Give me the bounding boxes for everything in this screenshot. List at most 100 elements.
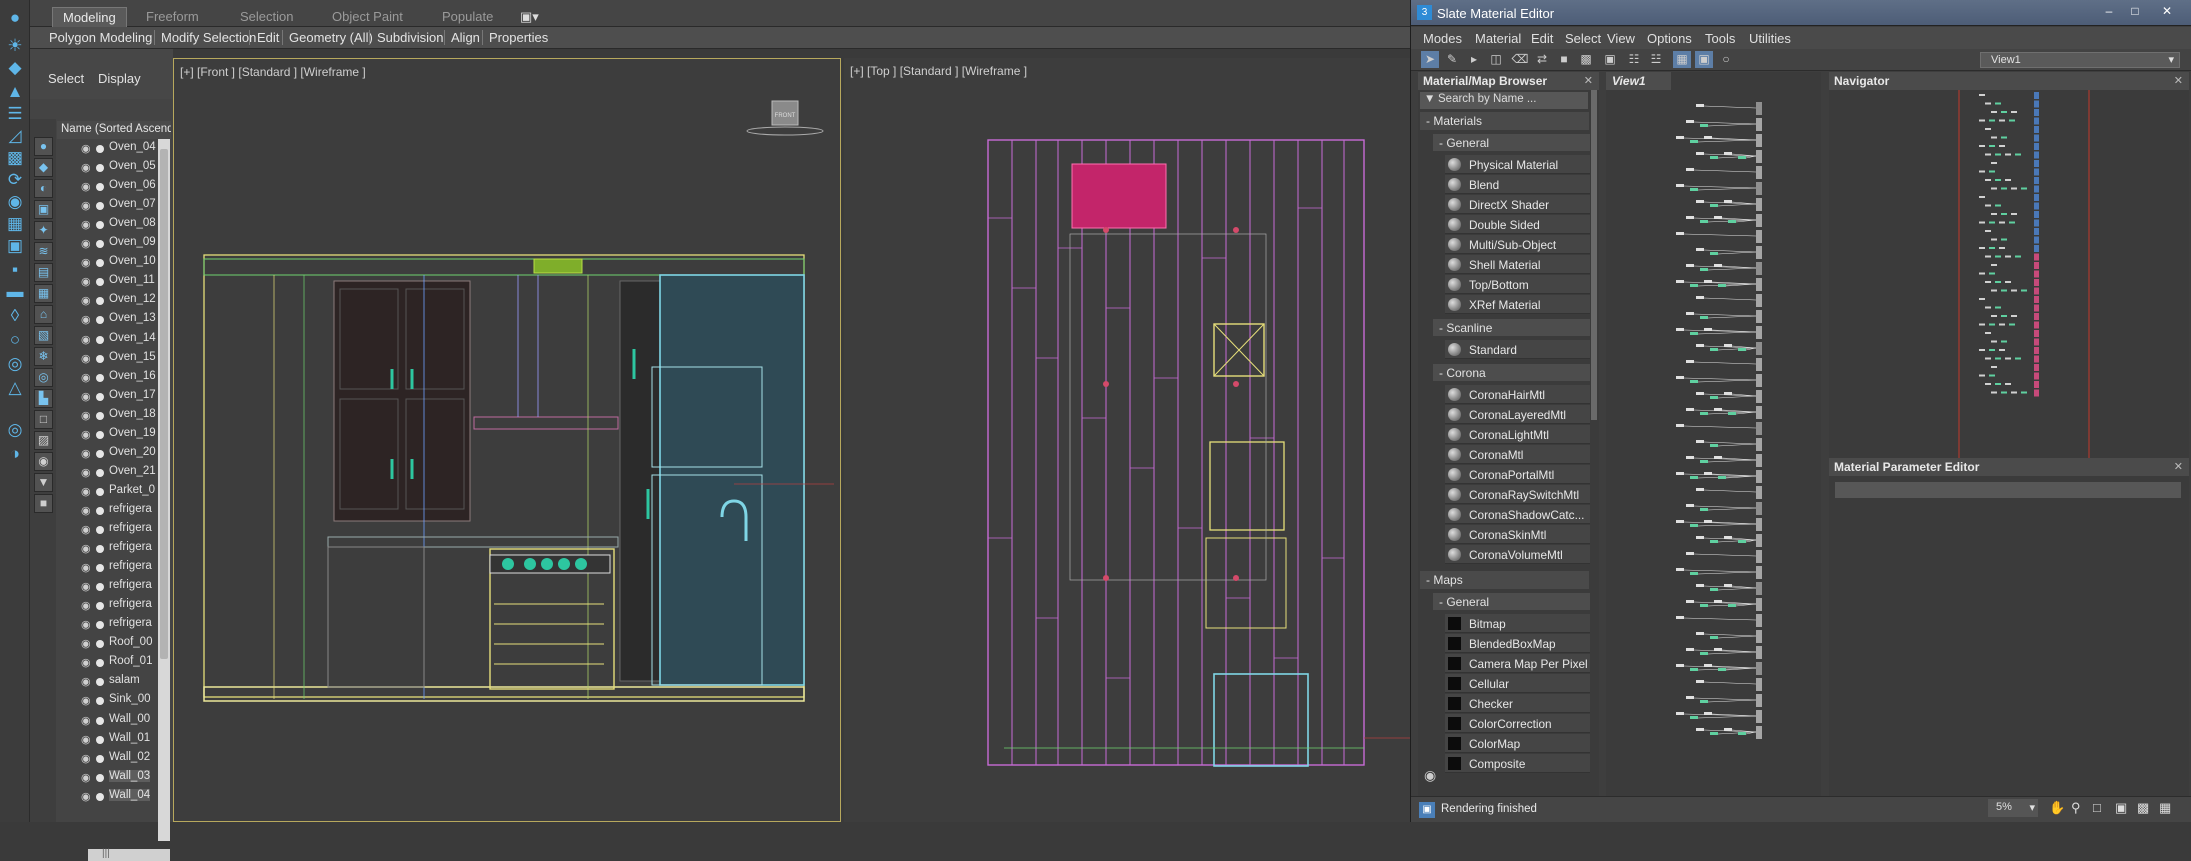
helper-icon[interactable]: ○ xyxy=(5,330,25,350)
explorer-row[interactable]: ◉ Oven_09 xyxy=(57,235,171,253)
space-warp-icon[interactable]: ◎ xyxy=(5,354,25,374)
menu-select[interactable]: Select xyxy=(48,71,84,86)
tab-modeling[interactable]: Modeling xyxy=(52,7,127,27)
visibility-icon[interactable]: ◉ xyxy=(81,733,91,746)
grid-icon[interactable]: ▦ xyxy=(5,214,25,234)
explorer-row[interactable]: ◉ Wall_01 xyxy=(57,731,171,749)
menu-display[interactable]: Display xyxy=(98,71,141,86)
freeze-icon[interactable] xyxy=(96,773,104,782)
visibility-icon[interactable]: ◉ xyxy=(81,771,91,784)
visibility-icon[interactable]: ◉ xyxy=(81,390,91,403)
freeze-icon[interactable] xyxy=(96,278,104,287)
map-item[interactable]: ColorMap xyxy=(1445,734,1590,753)
filter-filter-icon[interactable]: ▼ xyxy=(34,473,53,492)
tab-object-paint[interactable]: Object Paint xyxy=(322,7,413,27)
freeze-icon[interactable] xyxy=(96,240,104,249)
explorer-row[interactable]: ◉ Oven_08 xyxy=(57,216,171,234)
material-item[interactable]: CoronaHairMtl xyxy=(1445,385,1590,404)
edit-button[interactable]: Edit xyxy=(254,30,282,45)
browser-toggle-icon[interactable]: ▦ xyxy=(1673,51,1691,68)
explorer-row[interactable]: ◉ Wall_04 xyxy=(57,788,171,806)
visibility-icon[interactable]: ◉ xyxy=(81,637,91,650)
subgroup-maps-general[interactable]: - General xyxy=(1433,593,1590,610)
freeze-icon[interactable] xyxy=(96,621,104,630)
close-icon[interactable]: ✕ xyxy=(2174,74,2183,87)
map-item[interactable]: Camera Map Per Pixel xyxy=(1445,654,1590,673)
visibility-icon[interactable]: ◉ xyxy=(81,466,91,479)
explorer-row[interactable]: ◉ Wall_02 xyxy=(57,750,171,768)
map-item[interactable]: Bitmap xyxy=(1445,614,1590,633)
group-maps[interactable]: - Maps xyxy=(1420,571,1589,589)
menu-edit[interactable]: Edit xyxy=(1531,31,1553,46)
pan-icon[interactable]: ✋ xyxy=(2049,800,2065,816)
freeze-icon[interactable] xyxy=(96,468,104,477)
move-children-icon[interactable]: ⇄ xyxy=(1533,51,1551,68)
map-item[interactable]: ColorCorrection xyxy=(1445,714,1590,733)
snap-icon[interactable]: ◊ xyxy=(5,306,25,326)
explorer-row[interactable]: ◉ Oven_04 xyxy=(57,140,171,158)
explorer-row[interactable]: ◉ Oven_13 xyxy=(57,311,171,329)
geometry-all-button[interactable]: Geometry (All) xyxy=(286,30,376,45)
freeze-icon[interactable] xyxy=(96,145,104,153)
align-button[interactable]: Align xyxy=(448,30,483,45)
browser-scrollbar[interactable] xyxy=(1591,90,1597,420)
visibility-icon[interactable]: ◉ xyxy=(81,447,91,460)
explorer-scroll-thumb[interactable] xyxy=(160,149,168,659)
ribbon-options-icon[interactable]: ▣▾ xyxy=(510,7,549,27)
visibility-icon[interactable]: ◉ xyxy=(81,180,91,193)
helpers-filter-icon[interactable]: ✦ xyxy=(34,221,53,240)
explorer-row[interactable]: ◉ Oven_06 xyxy=(57,178,171,196)
freeze-icon[interactable] xyxy=(96,659,104,668)
explorer-row[interactable]: ◉ Oven_18 xyxy=(57,407,171,425)
freeze-icon[interactable] xyxy=(96,392,104,401)
visibility-icon[interactable]: ◉ xyxy=(81,656,91,669)
cameras-filter-icon[interactable]: ▣ xyxy=(34,200,53,219)
maximize-button[interactable]: □ xyxy=(2124,3,2146,19)
visibility-icon[interactable]: ◉ xyxy=(81,428,91,441)
freeze-icon[interactable] xyxy=(96,678,104,687)
visibility-icon[interactable]: ◉ xyxy=(81,313,91,326)
layers-filter-icon[interactable]: ■ xyxy=(34,494,53,513)
visibility-icon[interactable]: ◉ xyxy=(81,294,91,307)
visibility-icon[interactable]: ◉ xyxy=(81,561,91,574)
front-viewport[interactable]: [+] [Front ] [Standard ] [Wireframe ] FR… xyxy=(173,58,841,822)
freeze-icon[interactable] xyxy=(96,373,104,382)
menu-utilities[interactable]: Utilities xyxy=(1749,31,1791,46)
freeze-icon[interactable] xyxy=(96,716,104,725)
visibility-icon[interactable]: ◉ xyxy=(81,675,91,688)
view-dropdown[interactable]: View1 ▾ xyxy=(1980,52,2180,68)
mpe-name-field[interactable] xyxy=(1835,482,2181,498)
material-item[interactable]: CoronaPortalMtl xyxy=(1445,465,1590,484)
motion-icon[interactable]: ◿ xyxy=(5,126,25,146)
visibility-icon[interactable]: ◉ xyxy=(81,714,91,727)
visibility-icon[interactable]: ◉ xyxy=(81,256,91,269)
show-background-icon[interactable]: ▩ xyxy=(1577,51,1595,68)
freeze-icon[interactable] xyxy=(96,259,104,268)
map-item[interactable]: BlendedBoxMap xyxy=(1445,634,1590,653)
explorer-row[interactable]: ◉ refrigera xyxy=(57,540,171,558)
tab-freeform[interactable]: Freeform xyxy=(136,7,209,27)
zoom-extents-icon[interactable]: ▣ xyxy=(2115,800,2127,816)
visibility-icon[interactable]: ◉ xyxy=(81,275,91,288)
polygon-modeling-button[interactable]: Polygon Modeling xyxy=(46,30,155,45)
visibility-icon[interactable]: ◉ xyxy=(81,371,91,384)
layout-children-icon[interactable]: ☳ xyxy=(1647,51,1665,68)
explorer-row[interactable]: ◉ Oven_12 xyxy=(57,292,171,310)
bones-filter-icon[interactable]: ⌂ xyxy=(34,305,53,324)
select-tool-icon[interactable]: ➤ xyxy=(1421,51,1439,68)
tab-populate[interactable]: Populate xyxy=(432,7,503,27)
show-map-icon[interactable]: ■ xyxy=(1555,51,1573,68)
shapes-filter-icon[interactable]: ◆ xyxy=(34,158,53,177)
minimize-button[interactable]: – xyxy=(2098,3,2120,19)
layer-icon[interactable]: ▬ xyxy=(5,282,25,302)
show-end-result-icon[interactable]: ▣ xyxy=(1601,51,1619,68)
visibility-icon[interactable]: ◉ xyxy=(81,523,91,536)
explorer-row[interactable]: ◉ Oven_21 xyxy=(57,464,171,482)
render-icon[interactable]: ▪ xyxy=(5,260,25,280)
explorer-row[interactable]: ◉ Oven_15 xyxy=(57,350,171,368)
lightbulb-icon[interactable]: ● xyxy=(5,8,25,28)
menu-modes[interactable]: Modes xyxy=(1423,31,1462,46)
explorer-row[interactable]: ◉ Parket_0 xyxy=(57,483,171,501)
geometry-filter-icon[interactable]: ● xyxy=(34,137,53,156)
freeze-icon[interactable] xyxy=(96,754,104,763)
